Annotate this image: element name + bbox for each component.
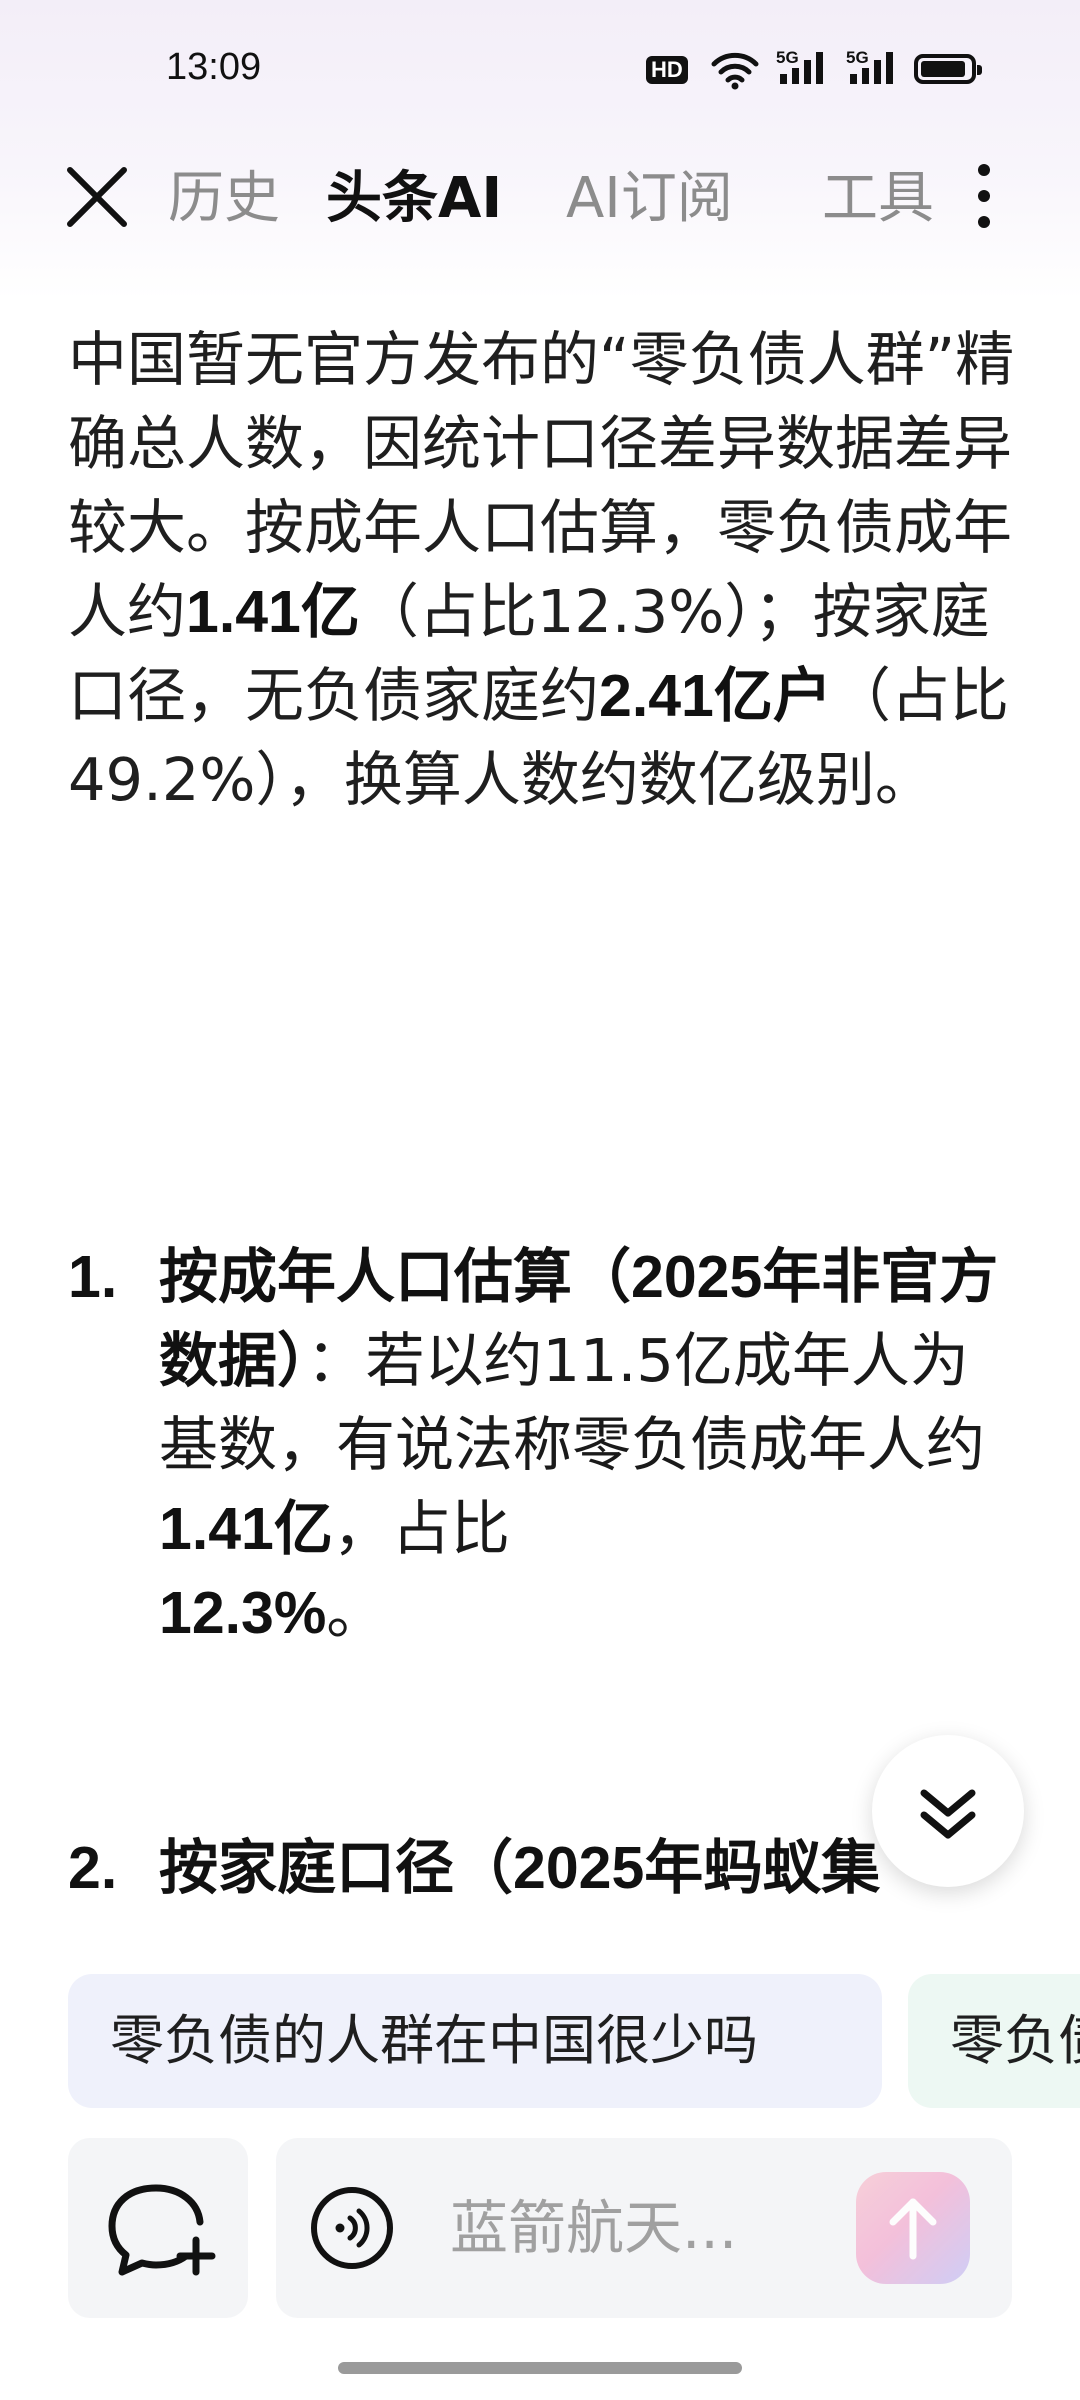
list-item-highlight: 12.3% [159, 1580, 327, 1646]
home-indicator[interactable] [338, 2362, 742, 2374]
answer-intro: 中国暂无官方发布的“零负债人群”精确总人数，因统计口径差异数据差异较大。按成年人… [68, 318, 1028, 822]
scroll-to-bottom-button[interactable] [872, 1735, 1024, 1887]
input-placeholder: 蓝箭航天... [450, 2194, 738, 2262]
list-item: 1. 按成年人口估算（2025年非官方数据）：若以约11.5亿成年人为基数，有说… [68, 1235, 1018, 1655]
list-item-number: 1. [68, 1244, 118, 1310]
arrow-up-icon [889, 2198, 937, 2260]
battery-icon [914, 54, 982, 84]
more-options-icon[interactable] [972, 164, 996, 234]
tab-tools[interactable]: 工具 [822, 164, 934, 234]
tab-history[interactable]: 历史 [168, 164, 280, 234]
close-icon[interactable] [62, 162, 132, 232]
new-chat-button[interactable] [68, 2138, 248, 2318]
double-chevron-down-icon [920, 1789, 976, 1839]
tab-toutiao-ai[interactable]: 头条AI [326, 164, 502, 234]
list-item-text: 。 [326, 1578, 386, 1647]
list-item-highlight: 1.41亿 [159, 1496, 333, 1562]
send-button[interactable] [856, 2172, 970, 2284]
suggestion-chip[interactable]: 零负债的人群在中国很少吗 [68, 1974, 882, 2108]
status-bar: 13:09 HD 5G 5G [0, 0, 1080, 140]
message-input[interactable]: 蓝箭航天... [276, 2138, 1012, 2318]
list-item-title: 按家庭口径（2025年蚂蚁集 [159, 1835, 881, 1901]
voice-input-icon[interactable] [308, 2184, 396, 2272]
intro-highlight-households: 2.41亿户 [599, 663, 832, 729]
suggestion-chip[interactable]: 零负债 [908, 1974, 1080, 2108]
wifi-icon [711, 52, 759, 90]
new-chat-icon [108, 2184, 216, 2276]
battery-level [921, 61, 965, 77]
hd-voice-badge: HD [646, 56, 688, 84]
content-cutoff [0, 1900, 1080, 1960]
top-navigation: 历史 头条AI AI订阅 工具 [0, 150, 1080, 250]
list-item-number: 2. [68, 1835, 118, 1901]
intro-highlight-adults: 1.41亿 [186, 579, 360, 645]
list-item-text: ，占比 [332, 1494, 510, 1563]
tab-ai-subscription[interactable]: AI订阅 [566, 164, 733, 234]
ai-answer: 中国暂无官方发布的“零负债人群”精确总人数，因统计口径差异数据差异较大。按成年人… [68, 318, 1028, 822]
status-time: 13:09 [166, 46, 262, 88]
